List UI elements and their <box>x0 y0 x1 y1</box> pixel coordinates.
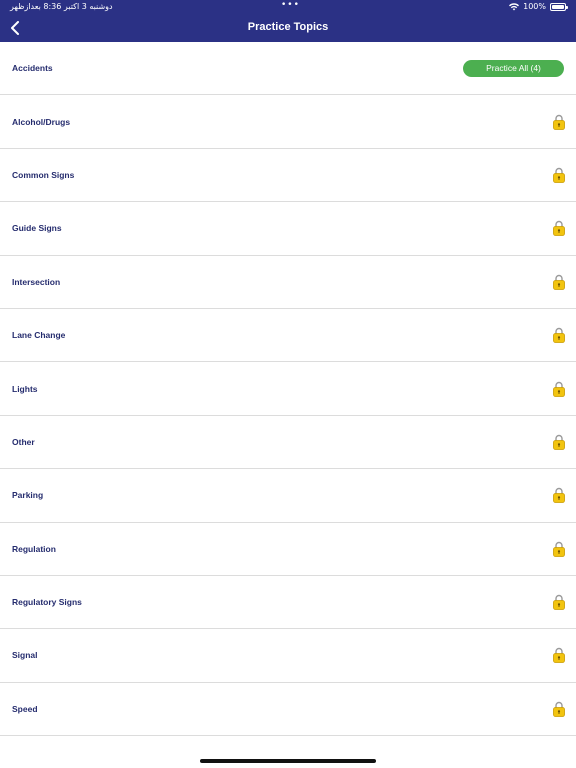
lock-icon <box>553 274 565 290</box>
topic-row[interactable]: Intersection <box>0 256 576 309</box>
lock-icon <box>553 381 565 397</box>
topic-label: Lane Change <box>12 330 66 341</box>
topic-row[interactable]: Common Signs <box>0 149 576 203</box>
battery-icon <box>550 2 568 11</box>
lock-icon <box>553 434 565 450</box>
topic-label: Regulatory Signs <box>12 597 82 608</box>
topic-label: Speed <box>12 703 38 714</box>
home-indicator[interactable] <box>200 759 376 763</box>
lock-icon <box>553 114 565 130</box>
wifi-icon <box>509 2 520 10</box>
topic-row[interactable]: Parking <box>0 469 576 523</box>
topic-row[interactable]: Lane Change <box>0 309 576 363</box>
topic-row[interactable]: Regulation <box>0 523 576 576</box>
lock-icon <box>553 701 565 717</box>
navigation-bar: Practice Topics <box>0 15 576 42</box>
topic-row[interactable]: Signal <box>0 629 576 683</box>
multitask-dots[interactable]: ••• <box>281 0 300 10</box>
topic-row[interactable]: Alcohol/Drugs <box>0 95 576 149</box>
lock-icon <box>553 327 565 344</box>
topic-row[interactable]: Other <box>0 416 576 470</box>
topic-label: Common Signs <box>12 169 75 180</box>
lock-icon <box>553 647 565 664</box>
topic-label: Parking <box>12 490 44 501</box>
topic-row-accidents[interactable]: Accidents Practice All (4) <box>0 42 576 96</box>
practice-all-button[interactable]: Practice All (4) <box>463 60 564 77</box>
status-right: 100% <box>509 2 568 11</box>
topic-label: Accidents <box>12 63 53 74</box>
lock-icon <box>553 541 565 557</box>
topic-label: Regulation <box>12 543 56 554</box>
status-time: دوشنبه 3 اکتبر 8:36 بعدازظهر <box>10 2 113 11</box>
topic-row[interactable]: Regulatory Signs <box>0 576 576 630</box>
topic-label: Alcohol/Drugs <box>12 116 71 127</box>
battery-percent: 100% <box>523 2 546 11</box>
lock-icon <box>553 594 565 610</box>
topic-row[interactable]: Lights <box>0 362 576 416</box>
topic-label: Lights <box>12 383 38 394</box>
lock-icon <box>553 167 565 183</box>
topic-row[interactable]: Guide Signs <box>0 202 576 256</box>
topic-label: Guide Signs <box>12 223 62 234</box>
topic-label: Signal <box>12 650 38 661</box>
topic-label: Other <box>12 436 35 447</box>
topics-list: Accidents Practice All (4) Alcohol/Drugs… <box>0 42 576 737</box>
topic-row[interactable]: Speed <box>0 683 576 737</box>
topic-label: Intersection <box>12 276 61 287</box>
page-title: Practice Topics <box>247 21 329 33</box>
status-bar: دوشنبه 3 اکتبر 8:36 بعدازظهر ••• 100% <box>0 0 576 15</box>
lock-icon <box>553 487 565 504</box>
lock-icon <box>553 220 565 237</box>
